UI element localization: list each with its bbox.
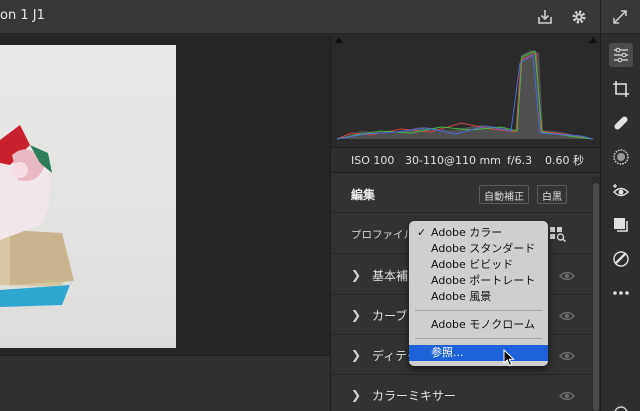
- filmstrip: [0, 355, 330, 411]
- export-icon[interactable]: [534, 6, 556, 28]
- profile-dropdown-menu: ✓ Adobe カラー Adobe スタンダード Adobe ビビッド Adob…: [409, 221, 548, 366]
- panel-scrollbar[interactable]: [592, 177, 600, 411]
- section-color-mixer[interactable]: ❯ カラーミキサー: [331, 375, 593, 411]
- exif-iso: ISO 100: [351, 153, 395, 167]
- sliders-icon[interactable]: [609, 43, 633, 67]
- section-label: カーブ: [372, 309, 408, 323]
- menu-item-adobe-color[interactable]: ✓ Adobe カラー: [409, 225, 548, 241]
- menu-item-browse[interactable]: 参照...: [409, 345, 548, 361]
- auto-button[interactable]: 自動補正: [479, 185, 529, 204]
- red-eye-icon[interactable]: [609, 179, 633, 203]
- menu-item-adobe-monochrome[interactable]: Adobe モノクローム: [409, 317, 548, 333]
- histogram: [331, 35, 601, 147]
- snapshot-icon[interactable]: [609, 247, 633, 271]
- mouse-cursor-icon: [503, 348, 515, 371]
- image-canvas[interactable]: [0, 35, 330, 411]
- toolbar-divider: [600, 0, 601, 34]
- black-white-button[interactable]: 白黒: [537, 185, 567, 204]
- exif-shutter: 0.60 秒: [545, 154, 584, 167]
- chevron-right-icon: ❯: [351, 268, 362, 282]
- section-label: カラーミキサー: [372, 389, 457, 403]
- menu-separator: [415, 310, 542, 311]
- mask-icon[interactable]: [609, 145, 633, 169]
- zoom-icon[interactable]: [609, 397, 633, 411]
- chevron-right-icon: ❯: [351, 348, 362, 362]
- presets-icon[interactable]: [609, 213, 633, 237]
- menu-item-adobe-vivid[interactable]: Adobe ビビッド: [409, 257, 548, 273]
- expand-icon[interactable]: [609, 6, 631, 28]
- crop-icon[interactable]: [609, 77, 633, 101]
- exif-lens: 30-110@110 mm: [405, 153, 501, 167]
- app-window: on 1 J1 ISO 100 30-110@110 mm f/6.3 0.60…: [0, 0, 640, 411]
- profile-label: プロファイル: [351, 229, 414, 241]
- edit-title: 編集: [351, 188, 376, 202]
- scroll-thumb[interactable]: [593, 183, 599, 411]
- eye-icon[interactable]: [559, 387, 575, 406]
- menu-separator: [415, 338, 542, 339]
- menu-item-adobe-portrait[interactable]: Adobe ポートレート: [409, 273, 548, 289]
- chevron-right-icon: ❯: [351, 308, 362, 322]
- checkmark-icon: ✓: [417, 226, 427, 239]
- eye-icon[interactable]: [559, 307, 575, 326]
- window-title: on 1 J1: [0, 8, 45, 23]
- menu-item-adobe-standard[interactable]: Adobe スタンダード: [409, 241, 548, 257]
- photo-preview[interactable]: [0, 45, 176, 348]
- edit-header: 編集 自動補正 白黒: [331, 175, 593, 213]
- menu-item-adobe-landscape[interactable]: Adobe 風景: [409, 289, 548, 305]
- top-bar: on 1 J1: [0, 0, 640, 34]
- eye-icon[interactable]: [559, 267, 575, 286]
- chevron-right-icon: ❯: [351, 388, 362, 402]
- eye-icon[interactable]: [559, 347, 575, 366]
- gear-icon[interactable]: [568, 6, 590, 28]
- right-toolbar: [600, 35, 640, 411]
- exif-aperture: f/6.3: [507, 153, 533, 167]
- healing-icon[interactable]: [609, 111, 633, 135]
- exif-bar: ISO 100 30-110@110 mm f/6.3 0.60 秒: [331, 147, 601, 173]
- more-icon[interactable]: [609, 281, 633, 305]
- profile-browser-icon[interactable]: [549, 226, 567, 246]
